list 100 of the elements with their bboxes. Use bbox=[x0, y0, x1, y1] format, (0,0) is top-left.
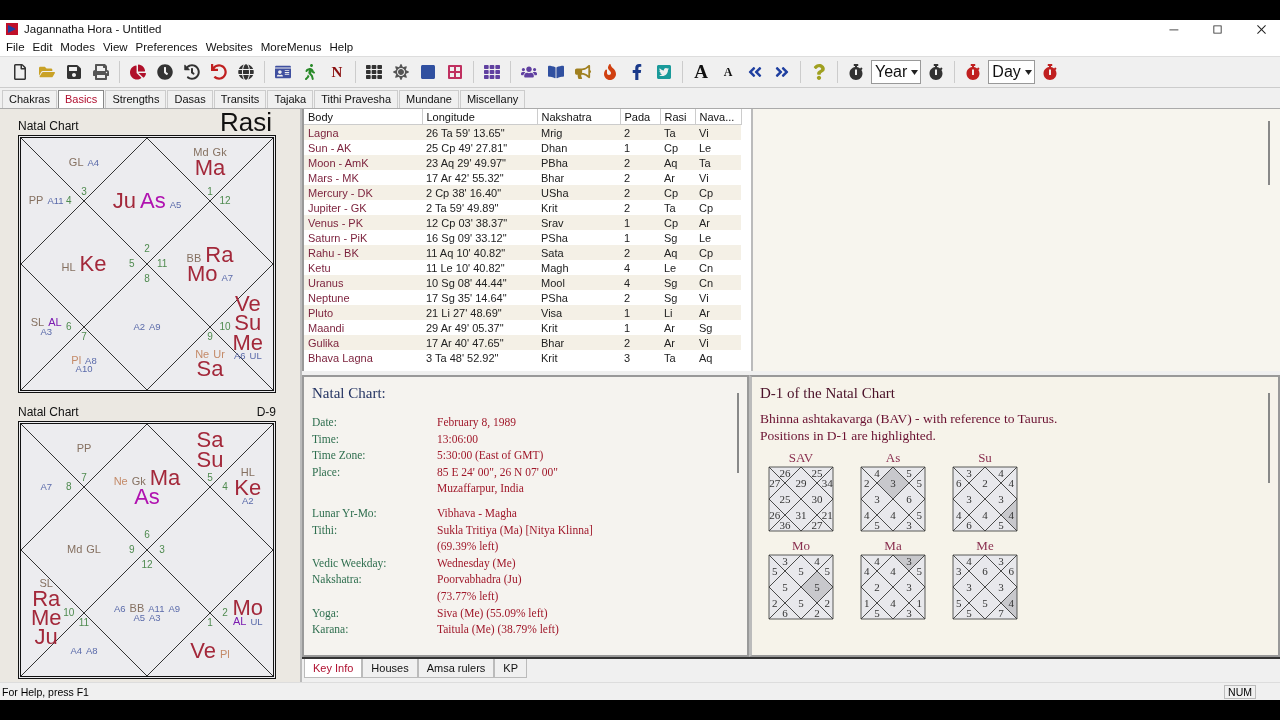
tab[interactable]: Mundane bbox=[399, 90, 459, 108]
sign-number: 4 bbox=[222, 482, 228, 492]
window-title: Jagannatha Hora - Untitled bbox=[24, 23, 163, 35]
bav-value: 5 bbox=[772, 565, 778, 577]
bav-value: 6 bbox=[1008, 565, 1014, 577]
toolbar-button[interactable]: A bbox=[716, 60, 740, 84]
column-header[interactable]: Longitude bbox=[422, 109, 537, 125]
planet-label: Su bbox=[234, 313, 262, 333]
period-select[interactable]: Year bbox=[871, 60, 922, 84]
section-title: Natal Chart: bbox=[312, 385, 387, 402]
tab[interactable]: Transits bbox=[213, 90, 267, 108]
menu-item[interactable]: Edit bbox=[28, 41, 57, 53]
menu-item[interactable]: View bbox=[98, 41, 132, 53]
bav-value: 4 bbox=[864, 509, 870, 521]
info-value: (69.39% left) bbox=[437, 539, 499, 555]
menu-item[interactable]: MoreMenus bbox=[256, 41, 326, 53]
info-value: Vibhava - Magha bbox=[437, 505, 517, 522]
bav-value: 30 bbox=[811, 493, 823, 505]
info-label: Time Zone: bbox=[312, 448, 367, 464]
column-header[interactable]: Rasi bbox=[660, 109, 695, 125]
bav-value: 2 bbox=[982, 477, 988, 489]
bav-value: 6 bbox=[782, 607, 788, 620]
bav-value: 5 bbox=[782, 581, 788, 593]
outer-planet-label: Ne bbox=[195, 350, 210, 360]
table-cell: Aq bbox=[660, 155, 695, 170]
table-cell: Mars - MK bbox=[304, 170, 422, 185]
bav-value: 4 bbox=[890, 509, 896, 521]
bav-value: 3 bbox=[782, 554, 788, 567]
tab[interactable]: Chakras bbox=[2, 90, 57, 108]
arudha-label: A2 bbox=[242, 497, 254, 506]
menu-item[interactable]: Modes bbox=[56, 41, 99, 53]
bav-value: 2 bbox=[814, 607, 820, 620]
table-cell: Cp bbox=[660, 185, 695, 200]
special-point-label: GL bbox=[86, 545, 101, 555]
menu-item[interactable]: File bbox=[2, 41, 29, 53]
table-cell: Mercury - DK bbox=[304, 185, 422, 200]
scrollbar-thumb[interactable] bbox=[1268, 121, 1270, 185]
table-cell: Cp bbox=[660, 140, 695, 155]
scrollbar-thumb[interactable] bbox=[1268, 393, 1270, 483]
sign-number: 12 bbox=[141, 560, 153, 571]
info-label: Yoga: bbox=[312, 605, 340, 622]
table-cell: Cp bbox=[695, 245, 741, 260]
bav-value: 4 bbox=[874, 466, 880, 479]
section-title: D-1 of the Natal Chart bbox=[760, 385, 896, 402]
special-point-label: SL bbox=[30, 318, 45, 328]
column-header[interactable]: Body bbox=[304, 109, 422, 125]
tab[interactable]: Strengths bbox=[105, 90, 167, 108]
sign-number: 6 bbox=[144, 529, 150, 540]
bav-value: 5 bbox=[916, 509, 922, 521]
sign-number: 4 bbox=[66, 196, 72, 206]
bav-value: 5 bbox=[798, 565, 804, 577]
table-cell: 2 Cp 38' 16.40" bbox=[422, 185, 537, 200]
table-cell: Aq bbox=[695, 350, 741, 365]
bav-value: 5 bbox=[814, 581, 820, 593]
tab[interactable]: KP bbox=[494, 659, 528, 678]
description-text: Positions in D-1 are highlighted. bbox=[760, 427, 937, 444]
table-cell: Le bbox=[695, 140, 741, 155]
tab[interactable]: Dasas bbox=[167, 90, 213, 108]
column-header[interactable]: Nakshatra bbox=[537, 109, 620, 125]
bav-chart-title: Mo bbox=[791, 538, 811, 554]
chart-title: Natal Chart bbox=[18, 405, 79, 419]
tab[interactable]: Houses bbox=[362, 659, 418, 678]
menu-item[interactable]: Preferences bbox=[131, 41, 202, 53]
menu-item[interactable]: Help bbox=[325, 41, 358, 53]
grid-icon bbox=[366, 64, 382, 80]
special-point-label: SL bbox=[39, 579, 53, 589]
sign-number: 9 bbox=[129, 545, 135, 555]
planet-label: Ju bbox=[112, 191, 136, 211]
period-select[interactable]: Day bbox=[988, 60, 1035, 84]
arudha-label: A8 bbox=[85, 356, 97, 366]
table-cell: Ar bbox=[660, 335, 695, 350]
table-cell: 21 Li 27' 48.69" bbox=[422, 305, 537, 320]
bav-value: 5 bbox=[998, 519, 1004, 532]
tab[interactable]: Key Info bbox=[304, 659, 363, 678]
table-cell: Aq bbox=[660, 245, 695, 260]
planet-label: Ve bbox=[234, 293, 261, 314]
tab[interactable]: Amsa rulers bbox=[417, 659, 495, 678]
bav-value: 3 bbox=[998, 554, 1004, 567]
bav-value: 5 bbox=[982, 597, 988, 609]
column-header[interactable]: Pada bbox=[620, 109, 660, 125]
table-cell: Neptune bbox=[304, 290, 422, 305]
table-cell: 2 Ta 59' 49.89" bbox=[422, 200, 537, 215]
table-cell: Cp bbox=[695, 185, 741, 200]
menu-item[interactable]: Websites bbox=[201, 41, 257, 53]
toolbar-button[interactable]: N bbox=[325, 60, 349, 84]
table-cell: Bhar bbox=[537, 335, 620, 350]
bav-value: 2 bbox=[864, 477, 870, 489]
toolbar-button[interactable]: A bbox=[689, 60, 713, 84]
scrollbar-thumb[interactable] bbox=[737, 393, 739, 473]
column-header[interactable]: Nava... bbox=[695, 109, 741, 125]
tab[interactable]: Basics bbox=[57, 90, 105, 108]
info-label: Nakshatra: bbox=[312, 572, 363, 588]
stopwatch-icon bbox=[1041, 64, 1058, 80]
bav-value: 6 bbox=[956, 477, 962, 489]
app-icon bbox=[6, 23, 18, 35]
bav-chart-title: As bbox=[885, 450, 901, 466]
tab[interactable]: Miscellany bbox=[459, 90, 526, 108]
table-cell: 1 bbox=[620, 305, 660, 320]
tab[interactable]: Tithi Pravesha bbox=[314, 90, 399, 108]
tab[interactable]: Tajaka bbox=[267, 90, 314, 108]
